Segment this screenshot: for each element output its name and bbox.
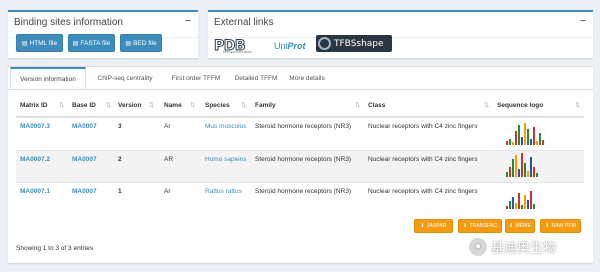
name-cell: Ar (164, 188, 171, 195)
sort-icon[interactable]: ⇅ (355, 101, 360, 109)
external-links-title: External links (214, 17, 274, 28)
column-header-matrix-id[interactable]: Matrix ID (20, 102, 47, 109)
jaspar-label: JASPAR (426, 223, 447, 229)
family-cell: Steroid hormone receptors (NR3) (255, 156, 352, 163)
uniprot-logo-prot: Prot (287, 41, 306, 51)
sequence-logo-image[interactable] (506, 121, 546, 145)
sort-icon[interactable]: ⇅ (106, 101, 111, 109)
pdb-link[interactable]: PDB PROTEIN DATA BANK (213, 38, 270, 55)
name-cell: Ar (164, 123, 171, 130)
raw-pfm-label: RAW PFM (551, 223, 576, 229)
download-icon: ⬇ (462, 223, 468, 229)
species-link[interactable]: Homo sapiens (205, 156, 247, 163)
matrix-id-link[interactable]: MA0007.3 (20, 123, 50, 130)
sort-icon[interactable]: ⇅ (575, 101, 580, 109)
html-file-label: HTML file (29, 39, 58, 47)
tab-detailed-tffm[interactable]: Detailed TFFM (230, 67, 282, 89)
table-row (16, 117, 584, 150)
tab-more-details[interactable]: More details (284, 67, 330, 89)
tab-version-information[interactable]: Version information (10, 67, 86, 89)
version-cell: 3 (118, 123, 122, 130)
sort-icon[interactable]: ⇅ (241, 101, 246, 109)
column-header-family[interactable]: Family (255, 102, 276, 109)
name-cell: AR (164, 156, 174, 163)
html-file-button[interactable]: ▤ HTML file (16, 34, 63, 52)
family-cell: Steroid hormone receptors (NR3) (255, 188, 352, 195)
pdb-logo-subtitle: PROTEIN DATA BANK (223, 51, 252, 54)
matrix-id-link[interactable]: MA0007.1 (20, 188, 50, 195)
column-header-name[interactable]: Name (164, 102, 182, 109)
class-cell: Nuclear receptors with C4 zinc fingers (368, 188, 478, 195)
fasta-file-label: FASTA file (80, 39, 111, 47)
fasta-file-button[interactable]: ▤ FASTA file (68, 34, 115, 52)
binding-collapse-button[interactable]: − (185, 16, 191, 27)
sort-icon[interactable]: ⇅ (59, 101, 64, 109)
tab-first-order-tffm[interactable]: First order TFFM (164, 67, 228, 89)
species-link[interactable]: Rattus rattus (205, 188, 242, 195)
tab-chip-seq-centrality[interactable]: ChIP-seq centrality (88, 67, 162, 89)
table-info-text: Showing 1 to 3 of 3 entries (16, 245, 93, 252)
sort-icon[interactable]: ⇅ (149, 101, 154, 109)
bed-file-button[interactable]: ▤ BED file (120, 34, 162, 52)
meme-label: MEME (515, 223, 531, 229)
base-id-link[interactable]: MA0007 (72, 188, 97, 195)
version-cell: 2 (118, 156, 122, 163)
version-cell: 1 (118, 188, 122, 195)
download-icon: ⬇ (420, 223, 425, 229)
sort-icon[interactable]: ⇅ (190, 101, 195, 109)
watermark-text: 基迪奥生物 (491, 240, 557, 255)
tfbsshape-mark-icon (318, 37, 331, 50)
bed-file-label: BED file (133, 39, 157, 47)
table-row (16, 150, 584, 182)
base-id-link[interactable]: MA0007 (72, 123, 97, 130)
file-icon: ▤ (21, 40, 28, 47)
raw-pfm-download-button[interactable]: ⬇ RAW PFM (540, 219, 581, 233)
table-row (16, 182, 584, 213)
meme-download-button[interactable]: ⬇ MEME (505, 219, 535, 233)
sort-icon[interactable]: ⇅ (484, 101, 489, 109)
file-icon: ▤ (72, 40, 79, 47)
column-header-version[interactable]: Version (118, 102, 141, 109)
transfac-download-button[interactable]: ⬇ TRANSFAC (458, 219, 502, 233)
binding-sites-title: Binding sites information (14, 17, 123, 28)
external-collapse-button[interactable]: − (580, 16, 586, 27)
column-header-sequence-logo: Sequence logo (497, 102, 544, 109)
sequence-logo-image[interactable] (506, 185, 546, 209)
download-icon: ⬇ (545, 223, 550, 229)
uniprot-logo-uni: Uni (274, 41, 288, 51)
tfbsshape-logo-text: TFBSshape (334, 38, 384, 49)
column-header-base-id[interactable]: Base ID (72, 102, 96, 109)
file-icon: ▤ (125, 40, 132, 47)
class-cell: Nuclear receptors with C4 zinc fingers (368, 156, 478, 163)
class-cell: Nuclear receptors with C4 zinc fingers (368, 123, 478, 130)
wechat-icon: ● (469, 237, 487, 256)
column-header-species[interactable]: Species (205, 102, 230, 109)
uniprot-link[interactable]: Uni Prot (274, 38, 306, 54)
matrix-id-link[interactable]: MA0007.2 (20, 156, 50, 163)
jaspar-download-button[interactable]: ⬇ JASPAR (414, 219, 453, 233)
family-cell: Steroid hormone receptors (NR3) (255, 123, 352, 130)
column-header-class[interactable]: Class (368, 102, 385, 109)
base-id-link[interactable]: MA0007 (72, 156, 97, 163)
species-link[interactable]: Mus musculus (205, 123, 247, 130)
watermark: ● 基迪奥生物 (469, 237, 556, 256)
transfac-label: TRANSFAC (469, 223, 498, 229)
tab-divider (8, 89, 593, 90)
tfbsshape-link[interactable]: TFBSshape (316, 35, 392, 52)
download-icon: ⬇ (509, 223, 514, 229)
sequence-logo-image[interactable] (506, 153, 546, 177)
